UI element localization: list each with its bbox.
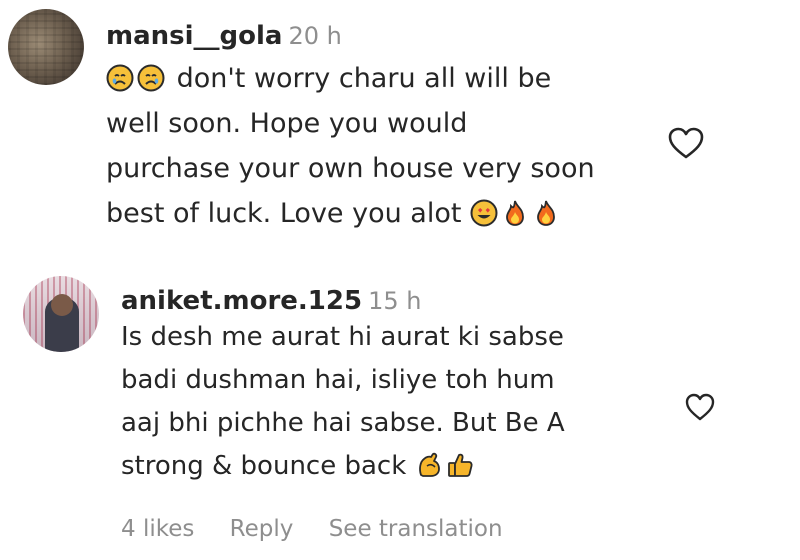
comment-line-text: don't worry charu all will be xyxy=(176,63,552,94)
comment-text: Is desh me aurat hi aurat ki sabse badi … xyxy=(121,316,565,488)
comment-actions: 4 likes Reply See translation xyxy=(121,518,531,541)
see-translation-button[interactable]: See translation xyxy=(329,516,503,542)
comment-line: don't worry charu all will be xyxy=(106,56,595,101)
username[interactable]: mansi__gola xyxy=(106,21,282,51)
comment-line-text: strong & bounce back xyxy=(121,451,407,481)
timestamp: 20 h xyxy=(288,22,342,50)
comment-meta: aniket.more.125 15 h xyxy=(121,288,421,314)
comment-line: purchase your own house very soon xyxy=(106,153,595,184)
flexed-biceps-icon xyxy=(418,452,440,477)
crying-face-icon xyxy=(106,64,134,92)
avatar[interactable] xyxy=(8,9,84,85)
reply-button[interactable]: Reply xyxy=(230,516,294,542)
like-heart-icon[interactable] xyxy=(684,392,716,422)
like-heart-icon[interactable] xyxy=(667,126,705,160)
comment-item: mansi__gola 20 h don't worry charu all wi… xyxy=(0,0,800,250)
comment-line-text: best of luck. Love you alot xyxy=(106,198,462,229)
crying-face-icon xyxy=(137,64,165,92)
thumbs-up-icon xyxy=(447,453,473,477)
username[interactable]: aniket.more.125 xyxy=(121,286,362,316)
comment-line: aaj bhi pichhe hai sabse. But Be A xyxy=(121,408,565,438)
comment-line: well soon. Hope you would xyxy=(106,108,468,139)
comment-line: Is desh me aurat hi aurat ki sabse xyxy=(121,322,564,352)
comment-meta: mansi__gola 20 h xyxy=(106,23,342,49)
comment-item: aniket.more.125 15 h Is desh me aurat hi … xyxy=(0,262,800,560)
comment-line: strong & bounce back xyxy=(121,445,565,488)
comment-line: badi dushman hai, isliye toh hum xyxy=(121,365,555,395)
fire-icon xyxy=(506,200,524,226)
timestamp: 15 h xyxy=(368,287,422,315)
comment-text: don't worry charu all will be well soon.… xyxy=(106,56,595,236)
avatar[interactable] xyxy=(23,276,99,352)
fire-icon xyxy=(537,200,555,226)
heart-eyes-face-icon xyxy=(470,199,498,227)
likes-count[interactable]: 4 likes xyxy=(121,516,194,542)
comment-line: best of luck. Love you alot xyxy=(106,191,595,236)
